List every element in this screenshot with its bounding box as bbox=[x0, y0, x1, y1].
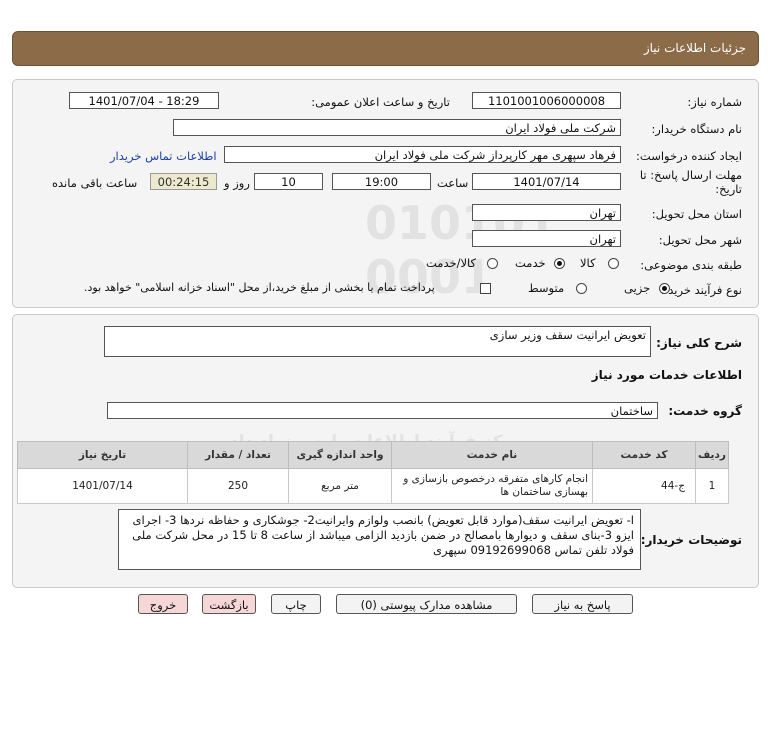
service-group-field: ساختمان bbox=[107, 402, 658, 419]
category-service-label: خدمت bbox=[515, 256, 546, 270]
deadline-date-field: 1401/07/14 bbox=[472, 173, 621, 190]
print-button[interactable]: چاپ bbox=[271, 594, 321, 614]
category-service-radio[interactable] bbox=[554, 258, 565, 269]
deadline-time-field: 19:00 bbox=[332, 173, 431, 190]
requester-label: ایجاد کننده درخواست: bbox=[636, 149, 742, 163]
page-header: جزئیات اطلاعات نیاز bbox=[12, 31, 759, 66]
days-label: روز و bbox=[224, 176, 250, 190]
remaining-time-label: ساعت باقی مانده bbox=[52, 176, 138, 190]
need-number-label: شماره نیاز: bbox=[687, 95, 742, 109]
category-goods-radio[interactable] bbox=[608, 258, 619, 269]
requester-field: فرهاد سپهری مهر کارپرداز شرکت ملی فولاد … bbox=[224, 146, 621, 163]
cell-quantity: 250 bbox=[187, 468, 289, 504]
purchase-medium-radio[interactable] bbox=[576, 283, 587, 294]
city-field: تهران bbox=[472, 230, 621, 247]
remaining-time-field: 00:24:15 bbox=[150, 173, 217, 190]
need-info-panel bbox=[12, 79, 759, 308]
province-label: استان محل تحویل: bbox=[651, 207, 742, 221]
col-need-date: تاریخ نیاز bbox=[17, 441, 188, 469]
services-heading: اطلاعات خدمات مورد نیاز bbox=[591, 368, 742, 382]
col-quantity: تعداد / مقدار bbox=[187, 441, 289, 469]
category-label: طبقه بندی موضوعی: bbox=[640, 258, 742, 272]
buyer-notes-field: ا- تعویض ایرانیت سقف(موارد قابل تعویض) ب… bbox=[118, 509, 641, 570]
announce-date-field: 1401/07/04 - 18:29 bbox=[69, 92, 219, 109]
buyer-notes-label: توضیحات خریدار: bbox=[640, 533, 742, 547]
col-service-name: نام خدمت bbox=[391, 441, 593, 469]
need-number-field: 1101001006000008 bbox=[472, 92, 621, 109]
purchase-minor-radio[interactable] bbox=[659, 283, 670, 294]
category-goods-service-radio[interactable] bbox=[487, 258, 498, 269]
cell-need-date: 1401/07/14 bbox=[17, 468, 188, 504]
category-goods-service-label: کالا/خدمت bbox=[426, 256, 477, 270]
deadline-label: مهلت ارسال پاسخ: تا bbox=[639, 168, 742, 182]
cell-unit: متر مربع bbox=[288, 468, 392, 504]
table-row: 1 ج-44 انجام کارهای متفرقه درخصوص بازساز… bbox=[17, 468, 729, 504]
treasury-checkbox[interactable] bbox=[480, 283, 491, 294]
col-unit: واحد اندازه گیری bbox=[288, 441, 392, 469]
buyer-org-label: نام دستگاه خریدار: bbox=[651, 122, 742, 136]
col-service-code: کد خدمت bbox=[592, 441, 696, 469]
cell-row: 1 bbox=[695, 468, 729, 504]
services-table: ردیف کد خدمت نام خدمت واحد اندازه گیری ت… bbox=[17, 441, 729, 504]
view-attachments-button[interactable]: مشاهده مدارک پیوستی (0) bbox=[336, 594, 517, 614]
purchase-type-label: نوع فرآیند خرید : bbox=[660, 283, 742, 297]
purchase-minor-label: جزیی bbox=[624, 281, 651, 295]
purchase-medium-label: متوسط bbox=[528, 281, 565, 295]
back-button[interactable]: بازگشت bbox=[202, 594, 256, 614]
deadline-label-2: تاریخ: bbox=[715, 182, 742, 196]
treasury-note: پرداخت تمام یا بخشی از مبلغ خرید،از محل … bbox=[84, 281, 435, 294]
summary-field: تعویض ایرانیت سقف وزیر سازی bbox=[104, 326, 651, 357]
category-goods-label: کالا bbox=[580, 256, 596, 270]
province-field: تهران bbox=[472, 204, 621, 221]
contact-info-link[interactable]: اطلاعات تماس خریدار bbox=[110, 149, 217, 163]
service-group-label: گروه خدمت: bbox=[668, 404, 742, 418]
cell-service-code: ج-44 bbox=[592, 468, 696, 504]
days-remaining-field: 10 bbox=[254, 173, 323, 190]
deadline-time-label: ساعت bbox=[437, 176, 469, 190]
exit-button[interactable]: خروج bbox=[138, 594, 188, 614]
cell-service-name: انجام کارهای متفرقه درخصوص بازسازی و بهس… bbox=[391, 468, 593, 504]
announce-date-label: تاریخ و ساعت اعلان عمومی: bbox=[311, 95, 450, 109]
page-title: جزئیات اطلاعات نیاز bbox=[643, 41, 746, 55]
buyer-org-field: شرکت ملی فولاد ایران bbox=[173, 119, 621, 136]
city-label: شهر محل تحویل: bbox=[658, 233, 742, 247]
reply-button[interactable]: پاسخ به نیاز bbox=[532, 594, 633, 614]
table-header-row: ردیف کد خدمت نام خدمت واحد اندازه گیری ت… bbox=[17, 441, 729, 469]
summary-label: شرح کلی نیاز: bbox=[656, 336, 742, 350]
col-row: ردیف bbox=[695, 441, 729, 469]
